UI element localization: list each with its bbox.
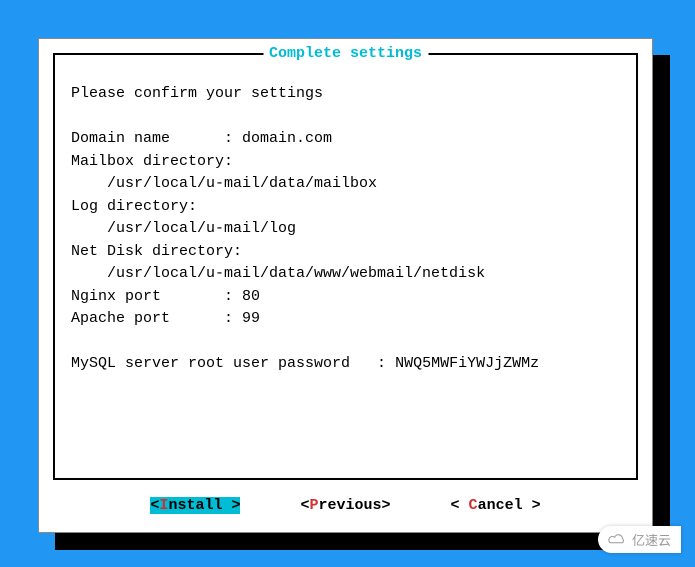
confirm-text: Please confirm your settings — [71, 85, 323, 102]
nginx-port-label: Nginx port : — [71, 288, 242, 305]
mysql-pwd-label: MySQL server root user password : — [71, 355, 395, 372]
watermark: 亿速云 — [598, 526, 681, 553]
mailbox-dir-value: /usr/local/u-mail/data/mailbox — [71, 175, 377, 192]
mailbox-dir-label: Mailbox directory: — [71, 153, 233, 170]
domain-value: domain.com — [242, 130, 332, 147]
domain-label: Domain name : — [71, 130, 242, 147]
log-dir-label: Log directory: — [71, 198, 197, 215]
button-row: <Install > <Previous> < Cancel > — [39, 497, 652, 514]
netdisk-dir-value: /usr/local/u-mail/data/www/webmail/netdi… — [71, 265, 485, 282]
cloud-icon — [606, 532, 628, 548]
apache-port-label: Apache port : — [71, 310, 242, 327]
netdisk-dir-label: Net Disk directory: — [71, 243, 242, 260]
mysql-pwd-value: NWQ5MWFiYWJjZWMz — [395, 355, 539, 372]
dialog-border: Complete settings Please confirm your se… — [53, 53, 638, 480]
cancel-button[interactable]: < Cancel > — [451, 497, 541, 514]
nginx-port-value: 80 — [242, 288, 260, 305]
apache-port-value: 99 — [242, 310, 260, 327]
dialog-title: Complete settings — [263, 45, 428, 62]
watermark-text: 亿速云 — [632, 530, 671, 549]
log-dir-value: /usr/local/u-mail/log — [71, 220, 296, 237]
dialog-content: Please confirm your settings Domain name… — [71, 83, 620, 376]
install-button[interactable]: <Install > — [150, 497, 240, 514]
settings-dialog: Complete settings Please confirm your se… — [38, 38, 653, 533]
previous-button[interactable]: <Previous> — [300, 497, 390, 514]
